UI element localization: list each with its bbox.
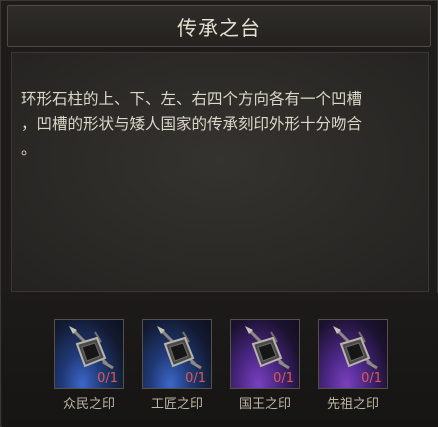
dialog-title-bar: 传承之台 bbox=[7, 5, 431, 47]
dialog-title: 传承之台 bbox=[177, 15, 261, 40]
item-icon-frame[interactable]: 0/1 bbox=[318, 319, 388, 389]
item-count: 0/1 bbox=[273, 371, 294, 386]
item-count: 0/1 bbox=[361, 371, 382, 386]
item-slot-kings-seal[interactable]: 0/1 国王之印 bbox=[230, 319, 302, 412]
item-icon-frame[interactable]: 0/1 bbox=[230, 319, 300, 389]
item-count: 0/1 bbox=[97, 371, 118, 386]
description-text: 环形石柱的上、下、左、右四个方向各有一个凹槽 ，凹槽的形状与矮人国家的传承刻印外… bbox=[21, 90, 363, 158]
item-slot-artisans-seal[interactable]: 0/1 工匠之印 bbox=[142, 319, 214, 412]
item-label: 众民之印 bbox=[62, 397, 115, 412]
inheritance-dialog: 传承之台 环形石柱的上、下、左、右四个方向各有一个凹槽 ，凹槽的形状与矮人国家的… bbox=[0, 0, 438, 427]
item-label: 工匠之印 bbox=[150, 397, 203, 412]
item-slot-commoners-seal[interactable]: 0/1 众民之印 bbox=[54, 319, 126, 412]
item-slot-ancestors-seal[interactable]: 0/1 先祖之印 bbox=[318, 319, 390, 412]
item-count: 0/1 bbox=[185, 371, 206, 386]
item-icon-frame[interactable]: 0/1 bbox=[142, 319, 212, 389]
item-label: 国王之印 bbox=[238, 397, 291, 412]
item-icon-frame[interactable]: 0/1 bbox=[54, 319, 124, 389]
item-label: 先祖之印 bbox=[326, 397, 379, 412]
